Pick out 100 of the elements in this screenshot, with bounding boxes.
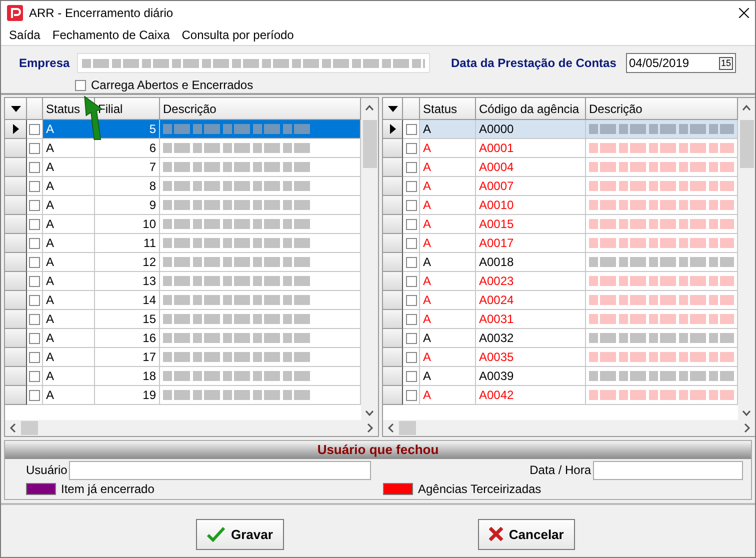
row-checkbox[interactable] (406, 124, 416, 134)
row-indicator[interactable] (383, 291, 403, 310)
user-field[interactable] (69, 460, 372, 480)
row-checkbox[interactable] (29, 276, 40, 286)
column-header[interactable]: Status (423, 102, 458, 116)
close-icon[interactable] (739, 8, 749, 18)
column-header[interactable]: Status (46, 102, 80, 116)
row-checkbox[interactable] (29, 200, 40, 210)
row-indicator[interactable] (5, 158, 27, 177)
row-indicator[interactable] (383, 386, 403, 405)
scroll-thumb[interactable] (362, 120, 376, 168)
column-header[interactable]: Descrição (589, 102, 642, 116)
menu-item[interactable]: Saída (3, 28, 46, 42)
branch-cell: 16 (95, 329, 160, 348)
horizontal-scrollbar[interactable] (383, 420, 755, 436)
row-indicator[interactable] (5, 215, 27, 234)
row-indicator[interactable] (5, 196, 27, 215)
branch-cell: 7 (95, 158, 160, 177)
row-indicator[interactable] (5, 177, 27, 196)
row-indicator[interactable] (383, 367, 403, 386)
row-indicator[interactable] (5, 272, 27, 291)
data-grid[interactable]: Status Código da agência Descrição A A0000 A A0001 A A0004 A A0007 A A0010 A A0015 A A0017 A A0018 A A0023 A A0024 A A0031 A A0032 A A0035 A A0039 A A0042 (382, 97, 755, 437)
row-indicator[interactable] (383, 177, 403, 196)
save-button[interactable]: Gravar (196, 518, 284, 550)
legend-label: Item já encerrado (61, 482, 154, 496)
row-checkbox[interactable] (29, 124, 40, 134)
row-indicator[interactable] (383, 196, 403, 215)
row-checkbox[interactable] (406, 332, 416, 344)
agency-code-cell: A0007 (476, 177, 586, 196)
row-indicator[interactable] (5, 329, 27, 348)
row-checkbox[interactable] (29, 256, 40, 268)
row-checkbox[interactable] (406, 370, 416, 382)
row-checkbox[interactable] (406, 180, 416, 192)
row-checkbox[interactable] (406, 162, 416, 172)
column-header[interactable]: Descrição (163, 102, 216, 116)
agency-code-cell: A0039 (476, 367, 586, 386)
row-indicator[interactable] (383, 120, 403, 139)
row-indicator[interactable] (5, 367, 27, 386)
row-checkbox[interactable] (406, 294, 416, 306)
scroll-left-icon[interactable] (9, 423, 17, 433)
row-indicator[interactable] (383, 329, 403, 348)
row-indicator[interactable] (5, 291, 27, 310)
row-checkbox[interactable] (29, 180, 40, 192)
column-header[interactable]: Código da agência (479, 102, 580, 116)
cancel-button[interactable]: Cancelar (478, 518, 575, 550)
row-checkbox[interactable] (406, 314, 416, 324)
vertical-scrollbar[interactable] (738, 98, 755, 420)
row-indicator[interactable] (383, 272, 403, 291)
row-indicator[interactable] (383, 310, 403, 329)
row-indicator[interactable] (5, 348, 27, 367)
status-cell: A (43, 348, 95, 367)
agency-code-cell: A0042 (476, 386, 586, 405)
current-row-icon (390, 124, 396, 134)
row-checkbox[interactable] (406, 390, 416, 400)
row-checkbox[interactable] (29, 238, 40, 248)
row-checkbox[interactable] (29, 390, 40, 400)
scroll-thumb[interactable] (740, 120, 754, 168)
scroll-left-icon[interactable] (387, 423, 395, 433)
status-cell: A (420, 120, 476, 139)
row-checkbox[interactable] (29, 294, 40, 306)
row-checkbox[interactable] (29, 352, 40, 362)
row-checkbox[interactable] (29, 332, 40, 344)
menu-item[interactable]: Fechamento de Caixa (46, 28, 176, 42)
row-checkbox[interactable] (29, 314, 40, 324)
company-field[interactable] (77, 53, 430, 73)
load-all-checkbox[interactable] (75, 80, 86, 90)
row-indicator[interactable] (5, 253, 27, 272)
date-field[interactable]: 04/05/2019 15 (626, 53, 736, 73)
row-checkbox[interactable] (406, 218, 416, 230)
row-indicator[interactable] (5, 234, 27, 253)
row-indicator[interactable] (383, 158, 403, 177)
row-indicator[interactable] (383, 139, 403, 158)
row-checkbox[interactable] (406, 238, 416, 248)
row-checkbox[interactable] (406, 352, 416, 362)
row-indicator[interactable] (383, 348, 403, 367)
status-cell: A (43, 196, 95, 215)
row-checkbox[interactable] (406, 200, 416, 210)
horizontal-scrollbar[interactable] (5, 420, 378, 436)
row-checkbox[interactable] (406, 276, 416, 286)
row-indicator[interactable] (5, 120, 27, 139)
menu-item[interactable]: Consulta por período (176, 28, 300, 42)
row-indicator[interactable] (383, 215, 403, 234)
row-indicator[interactable] (383, 253, 403, 272)
row-indicator[interactable] (5, 310, 27, 329)
row-indicator[interactable] (5, 139, 27, 158)
user-label: Usuário (26, 463, 68, 477)
row-checkbox[interactable] (29, 142, 40, 154)
scroll-thumb[interactable] (21, 421, 38, 435)
row-checkbox[interactable] (29, 370, 40, 382)
row-checkbox[interactable] (406, 256, 416, 268)
row-checkbox[interactable] (29, 162, 40, 172)
row-indicator[interactable] (5, 386, 27, 405)
row-checkbox[interactable] (29, 218, 40, 230)
datetime-field[interactable] (593, 460, 743, 480)
vertical-scrollbar[interactable] (361, 98, 378, 420)
scroll-right-icon[interactable] (366, 423, 374, 433)
row-checkbox[interactable] (406, 142, 416, 154)
row-indicator[interactable] (383, 234, 403, 253)
scroll-right-icon[interactable] (743, 423, 751, 433)
scroll-thumb[interactable] (399, 421, 416, 435)
